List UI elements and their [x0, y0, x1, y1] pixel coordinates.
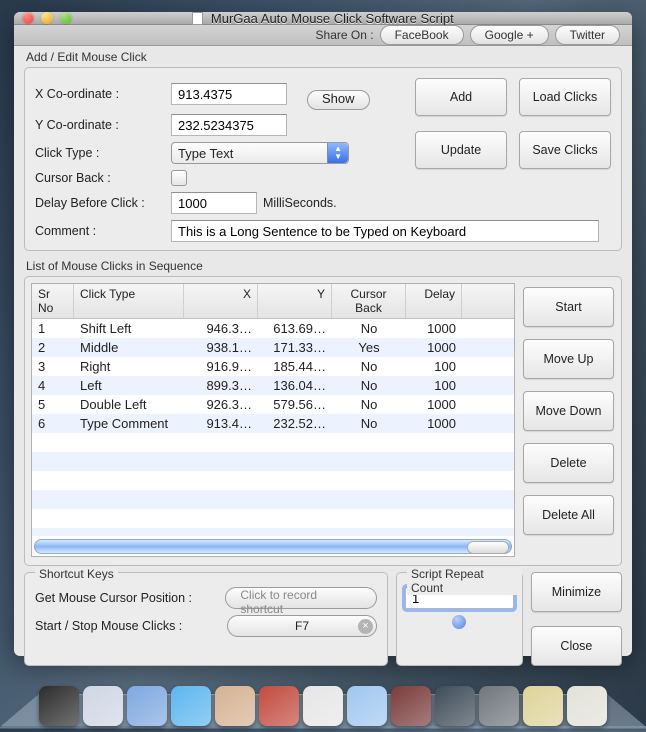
app-window: MurGaa Auto Mouse Click Software Script …: [14, 12, 632, 656]
delay-input[interactable]: [171, 192, 257, 214]
move-down-button[interactable]: Move Down: [523, 391, 614, 431]
twitter-button[interactable]: Twitter: [555, 25, 620, 45]
col-sr[interactable]: Sr No: [32, 284, 74, 318]
dock: [0, 672, 646, 732]
table-row[interactable]: 1Shift Left946.3…613.69…No1000: [32, 319, 514, 338]
y-coord-label: Y Co-ordinate :: [35, 118, 165, 132]
dock-app-icon[interactable]: [523, 686, 563, 726]
dock-app-icon[interactable]: [127, 686, 167, 726]
table-row[interactable]: 2Middle938.1…171.33…Yes1000: [32, 338, 514, 357]
delay-unit-label: MilliSeconds.: [263, 196, 337, 210]
edit-section-label: Add / Edit Mouse Click: [26, 50, 622, 64]
col-cursor-back[interactable]: Cursor Back: [332, 284, 406, 318]
x-coord-input[interactable]: [171, 83, 287, 105]
googleplus-button[interactable]: Google +: [470, 25, 549, 45]
shortcut-section-label: Shortcut Keys: [35, 567, 118, 581]
col-click-type[interactable]: Click Type: [74, 284, 184, 318]
get-position-label: Get Mouse Cursor Position :: [35, 591, 219, 605]
table-row: [32, 528, 514, 536]
dock-app-icon[interactable]: [39, 686, 79, 726]
minimize-button[interactable]: Minimize: [531, 572, 622, 612]
table-row[interactable]: 5Double Left926.3…579.56…No1000: [32, 395, 514, 414]
start-button[interactable]: Start: [523, 287, 614, 327]
titlebar[interactable]: MurGaa Auto Mouse Click Software Script: [14, 12, 632, 25]
dock-app-icon[interactable]: [303, 686, 343, 726]
table-row: [32, 452, 514, 471]
window-title: MurGaa Auto Mouse Click Software Script: [14, 11, 632, 26]
close-button[interactable]: Close: [531, 626, 622, 666]
update-button[interactable]: Update: [415, 131, 507, 169]
record-shortcut-button[interactable]: Click to record shortcut: [225, 587, 377, 609]
horizontal-scrollbar[interactable]: ◂ ▸: [34, 539, 512, 554]
show-button[interactable]: Show: [307, 90, 370, 110]
dock-app-icon[interactable]: [567, 686, 607, 726]
load-clicks-button[interactable]: Load Clicks: [519, 78, 611, 116]
table-row: [32, 509, 514, 528]
delete-button[interactable]: Delete: [523, 443, 614, 483]
delay-label: Delay Before Click :: [35, 196, 165, 210]
col-delay[interactable]: Delay: [406, 284, 462, 318]
scroll-arrows-icon[interactable]: ◂ ▸: [493, 541, 505, 552]
dock-app-icon[interactable]: [347, 686, 387, 726]
chevron-updown-icon: ▲▼: [334, 145, 342, 161]
startstop-label: Start / Stop Mouse Clicks :: [35, 619, 221, 633]
clicks-table: Sr No Click Type X Y Cursor Back Delay 1…: [31, 283, 515, 557]
y-coord-input[interactable]: [171, 114, 287, 136]
startstop-shortcut-field[interactable]: F7 ×: [227, 615, 377, 637]
delete-all-button[interactable]: Delete All: [523, 495, 614, 535]
dock-app-icon[interactable]: [391, 686, 431, 726]
cursor-back-checkbox[interactable]: [171, 170, 187, 186]
click-type-select[interactable]: Type Text ▲▼: [171, 142, 349, 164]
comment-label: Comment :: [35, 224, 165, 238]
save-clicks-button[interactable]: Save Clicks: [519, 131, 611, 169]
share-label: Share On :: [316, 28, 374, 42]
click-type-label: Click Type :: [35, 146, 165, 160]
x-coord-label: X Co-ordinate :: [35, 87, 165, 101]
comment-input[interactable]: [171, 220, 599, 242]
dock-app-icon[interactable]: [259, 686, 299, 726]
status-dot-icon: [452, 615, 466, 629]
share-toolbar: Share On : FaceBook Google + Twitter: [14, 25, 632, 46]
clear-shortcut-icon[interactable]: ×: [358, 619, 373, 634]
table-row[interactable]: 4Left899.3…136.04…No100: [32, 376, 514, 395]
col-x[interactable]: X: [184, 284, 258, 318]
cursor-back-label: Cursor Back :: [35, 171, 165, 185]
dock-app-icon[interactable]: [171, 686, 211, 726]
dock-app-icon[interactable]: [435, 686, 475, 726]
table-row: [32, 490, 514, 509]
dock-app-icon[interactable]: [479, 686, 519, 726]
add-button[interactable]: Add: [415, 78, 507, 116]
table-row: [32, 471, 514, 490]
dock-app-icon[interactable]: [83, 686, 123, 726]
document-icon: [192, 12, 203, 25]
table-row: [32, 433, 514, 452]
list-section-label: List of Mouse Clicks in Sequence: [26, 259, 622, 273]
repeat-section-label: Script Repeat Count: [407, 567, 522, 595]
dock-app-icon[interactable]: [215, 686, 255, 726]
table-row[interactable]: 6Type Comment913.4…232.52…No1000: [32, 414, 514, 433]
move-up-button[interactable]: Move Up: [523, 339, 614, 379]
facebook-button[interactable]: FaceBook: [380, 25, 464, 45]
table-row[interactable]: 3Right916.9…185.44…No100: [32, 357, 514, 376]
col-y[interactable]: Y: [258, 284, 332, 318]
